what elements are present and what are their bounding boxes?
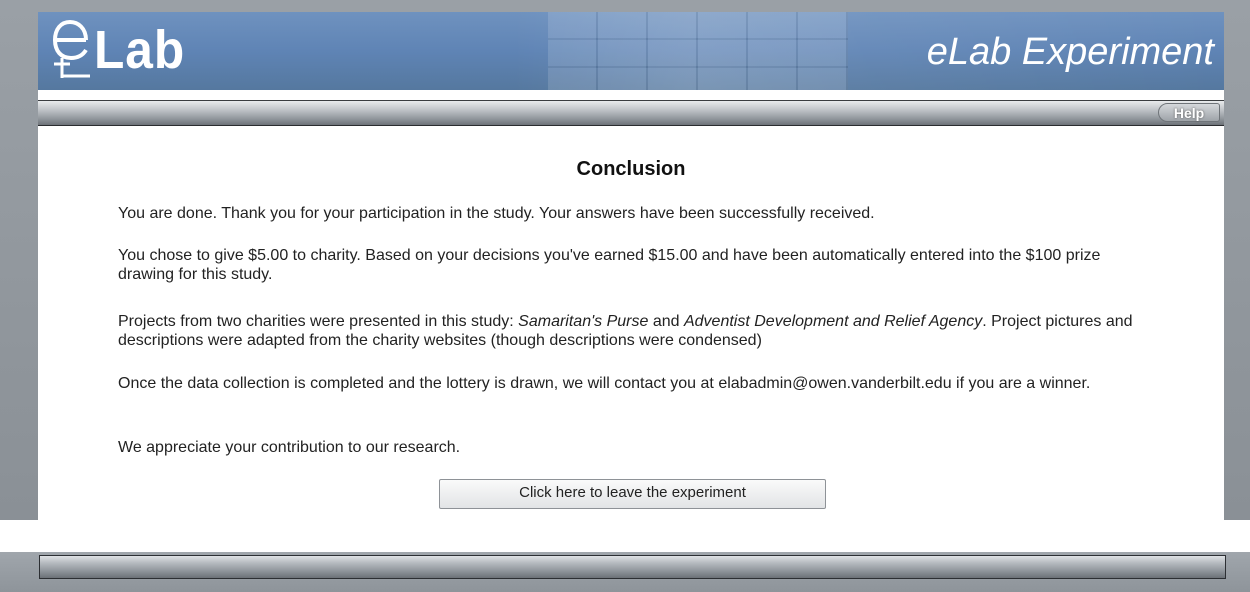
page-title: Conclusion [576, 158, 686, 180]
conclusion-content: Conclusion You are done. Thank you for y… [38, 126, 1224, 520]
charity-name-2: Adventist Development and Relief Agency [683, 313, 983, 330]
header-banner: Lab eLab Experiment [38, 12, 1224, 92]
help-button[interactable]: Help [1158, 103, 1220, 122]
elab-logo-icon [52, 19, 90, 78]
completion-message: You are done. Thank you for your partici… [118, 205, 875, 222]
lottery-message: Once the data collection is completed an… [118, 375, 1091, 392]
charities-message: Projects from two charities were present… [118, 312, 1158, 350]
frame-gap [0, 520, 1250, 552]
elab-logo: Lab [52, 14, 232, 84]
bottom-status-bar [39, 555, 1226, 579]
experiment-window: Lab eLab Experiment Help Conclusion You … [38, 12, 1224, 520]
banner-title: eLab Experiment [926, 31, 1214, 73]
charities-and-text: and [648, 313, 684, 330]
leave-experiment-button[interactable]: Click here to leave the experiment [439, 479, 826, 509]
banner-tile-pattern [548, 12, 848, 90]
earnings-message: You chose to give $5.00 to charity. Base… [118, 247, 1101, 283]
appreciation-message: We appreciate your contribution to our r… [118, 439, 461, 456]
charity-name-1: Samaritan's Purse [518, 313, 649, 330]
logo-text: Lab [94, 20, 186, 80]
toolbar: Help [38, 100, 1224, 126]
charities-intro-text: Projects from two charities were present… [118, 313, 519, 330]
